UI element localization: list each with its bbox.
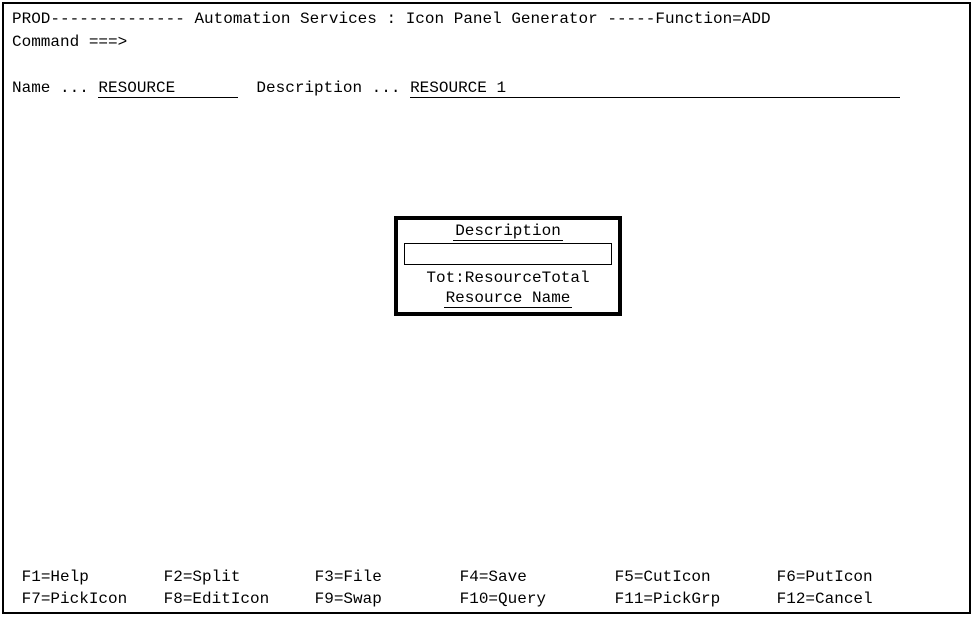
description-input[interactable]: RESOURCE 1 <box>410 78 900 98</box>
f6-key[interactable]: F6=PutIcon <box>777 566 907 588</box>
icon-tot-label: Tot: <box>426 269 464 287</box>
icon-inner-box <box>404 243 612 265</box>
title-left: Automation Services <box>194 10 376 28</box>
name-input[interactable]: RESOURCE <box>98 78 238 98</box>
f9-key[interactable]: F9=Swap <box>315 588 460 610</box>
command-label: Command ===> <box>12 33 127 51</box>
f3-key[interactable]: F3=File <box>315 566 460 588</box>
f11-key[interactable]: F11=PickGrp <box>615 588 777 610</box>
function-label: Function= <box>655 10 741 28</box>
f5-key[interactable]: F5=CutIcon <box>615 566 777 588</box>
header-line: PROD-------------- Automation Services :… <box>12 8 961 30</box>
f10-key[interactable]: F10=Query <box>460 588 615 610</box>
function-value: ADD <box>742 10 771 28</box>
title-right: Icon Panel Generator <box>406 10 598 28</box>
description-label: Description ... <box>256 79 400 97</box>
f7-key[interactable]: F7=PickIcon <box>22 588 164 610</box>
f1-key[interactable]: F1=Help <box>22 566 164 588</box>
env-label: PROD <box>12 10 50 28</box>
icon-tot-value: ResourceTotal <box>465 269 590 287</box>
title-sep: : <box>386 10 396 28</box>
f12-key[interactable]: F12=Cancel <box>777 588 907 610</box>
f8-key[interactable]: F8=EditIcon <box>164 588 315 610</box>
command-line[interactable]: Command ===> <box>12 30 961 54</box>
icon-resource-name-label: Resource Name <box>444 289 573 308</box>
fkeys-row-1: F1=Help F2=Split F3=File F4=Save F5=CutI… <box>12 566 961 588</box>
header-dashes1: -------------- <box>50 10 184 28</box>
terminal-screen: PROD-------------- Automation Services :… <box>2 2 971 614</box>
f4-key[interactable]: F4=Save <box>460 566 615 588</box>
fkeys-row-2: F7=PickIcon F8=EditIcon F9=Swap F10=Quer… <box>12 588 961 610</box>
icon-preview-box: Description Tot:ResourceTotal Resource N… <box>394 216 622 316</box>
f2-key[interactable]: F2=Split <box>164 566 315 588</box>
function-keys: F1=Help F2=Split F3=File F4=Save F5=CutI… <box>12 566 961 610</box>
fields-row: Name ... RESOURCE Description ... RESOUR… <box>12 78 961 98</box>
name-label: Name ... <box>12 79 89 97</box>
icon-total-line: Tot:ResourceTotal <box>404 267 612 289</box>
header-dashes2: ----- <box>607 10 655 28</box>
icon-description-label: Description <box>453 222 563 241</box>
